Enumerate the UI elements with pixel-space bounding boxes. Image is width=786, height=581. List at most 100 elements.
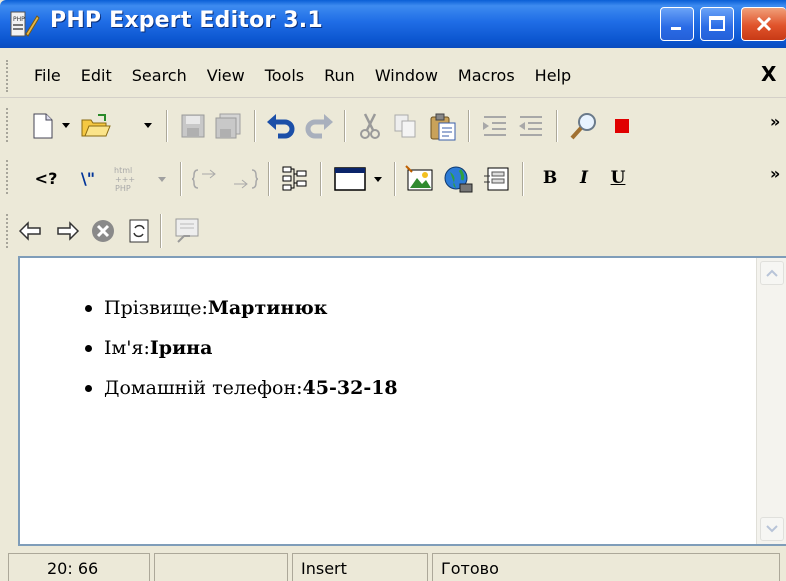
open-dropdown-icon[interactable] bbox=[142, 118, 154, 132]
block-uncomment-icon[interactable] bbox=[228, 164, 258, 194]
menu-grip[interactable] bbox=[6, 60, 10, 92]
open-folder-icon[interactable] bbox=[80, 112, 112, 140]
escape-quote-button[interactable]: \" bbox=[74, 166, 102, 190]
forward-arrow-icon[interactable] bbox=[52, 216, 82, 246]
bullet-icon bbox=[85, 305, 92, 312]
scroll-down-button[interactable] bbox=[760, 517, 784, 541]
toolbar-grip[interactable] bbox=[6, 108, 10, 142]
find-icon[interactable] bbox=[568, 110, 600, 142]
name-value: Ірина bbox=[149, 337, 213, 359]
window-template-icon[interactable] bbox=[332, 164, 368, 194]
unindent-icon[interactable] bbox=[516, 112, 546, 140]
insert-link-globe-icon[interactable] bbox=[442, 164, 474, 194]
toolbar-overflow-icon[interactable]: » bbox=[770, 164, 780, 183]
bold-button[interactable]: B bbox=[536, 166, 564, 190]
separator bbox=[468, 110, 470, 142]
title-bar: PHP PHP Expert Editor 3.1 bbox=[0, 0, 786, 48]
redo-icon[interactable] bbox=[304, 112, 334, 140]
window-dropdown-icon[interactable] bbox=[372, 172, 384, 186]
separator bbox=[180, 162, 182, 196]
scroll-up-button[interactable] bbox=[760, 261, 784, 285]
menu-file[interactable]: File bbox=[34, 66, 61, 85]
separator bbox=[268, 162, 270, 196]
html-php-dropdown-icon[interactable] bbox=[156, 172, 168, 186]
phone-label: Домашній телефон: bbox=[104, 377, 303, 399]
copy-icon[interactable] bbox=[392, 112, 420, 140]
phone-value: 45-32-18 bbox=[302, 377, 398, 399]
italic-button[interactable]: I bbox=[570, 166, 598, 190]
vertical-scrollbar[interactable] bbox=[756, 258, 786, 544]
indent-icon[interactable] bbox=[480, 112, 510, 140]
php-toolbar: <? \" html +++ PHP B I U » bbox=[0, 152, 786, 204]
php-tag-button[interactable]: <? bbox=[30, 166, 62, 190]
menu-bar: File Edit Search View Tools Run Window M… bbox=[0, 52, 786, 98]
insert-image-icon[interactable] bbox=[404, 164, 436, 194]
refresh-icon[interactable] bbox=[124, 216, 154, 246]
menu-items: File Edit Search View Tools Run Window M… bbox=[34, 66, 591, 85]
menu-macros[interactable]: Macros bbox=[458, 66, 515, 85]
block-comment-icon[interactable] bbox=[192, 164, 222, 194]
status-message: Готово bbox=[432, 553, 780, 581]
cut-icon[interactable] bbox=[356, 112, 384, 140]
menu-edit[interactable]: Edit bbox=[81, 66, 112, 85]
code-explorer-icon[interactable] bbox=[280, 164, 310, 194]
preview-icon[interactable] bbox=[172, 216, 202, 246]
toolbar-grip[interactable] bbox=[6, 160, 10, 194]
stop-icon[interactable] bbox=[608, 112, 636, 140]
menu-close-button[interactable]: X bbox=[761, 62, 776, 86]
menu-run[interactable]: Run bbox=[324, 66, 355, 85]
svg-text:+++: +++ bbox=[115, 175, 135, 184]
back-arrow-icon[interactable] bbox=[16, 216, 46, 246]
list-item: Ім'я:Ірина bbox=[85, 328, 398, 368]
toolbar-grip[interactable] bbox=[6, 214, 10, 248]
status-empty-panel bbox=[154, 553, 288, 581]
save-icon[interactable] bbox=[180, 112, 206, 140]
separator bbox=[320, 162, 322, 196]
details-list: Прізвище:Мартинюк Ім'я:Ірина Домашній те… bbox=[85, 288, 398, 408]
cursor-position: 20: 66 bbox=[8, 553, 150, 581]
insert-mode: Insert bbox=[292, 553, 428, 581]
menu-window[interactable]: Window bbox=[375, 66, 438, 85]
separator bbox=[254, 110, 256, 142]
paste-icon[interactable] bbox=[428, 112, 458, 142]
bullet-icon bbox=[85, 385, 92, 392]
close-button[interactable] bbox=[741, 7, 786, 41]
surname-label: Прізвище: bbox=[104, 297, 208, 319]
maximize-button[interactable] bbox=[700, 7, 734, 41]
underline-button[interactable]: U bbox=[604, 166, 632, 190]
list-item: Прізвище:Мартинюк bbox=[85, 288, 398, 328]
separator bbox=[166, 110, 168, 142]
navigation-toolbar bbox=[0, 208, 786, 256]
stop-browser-icon[interactable] bbox=[88, 216, 118, 246]
standard-toolbar: » bbox=[0, 100, 786, 150]
name-label: Ім'я: bbox=[104, 337, 150, 359]
window-title: PHP Expert Editor 3.1 bbox=[50, 8, 323, 33]
toolbar-overflow-icon[interactable]: » bbox=[770, 112, 780, 131]
html-to-php-icon[interactable]: html +++ PHP bbox=[110, 164, 150, 194]
minimize-button[interactable] bbox=[660, 7, 694, 41]
menu-tools[interactable]: Tools bbox=[265, 66, 304, 85]
menu-search[interactable]: Search bbox=[132, 66, 187, 85]
editor-pane[interactable]: Прізвище:Мартинюк Ім'я:Ірина Домашній те… bbox=[18, 256, 786, 546]
php-app-icon[interactable]: PHP bbox=[10, 10, 40, 38]
insert-form-icon[interactable] bbox=[482, 164, 514, 194]
menu-view[interactable]: View bbox=[207, 66, 245, 85]
undo-icon[interactable] bbox=[266, 112, 296, 140]
svg-text:html: html bbox=[114, 166, 132, 175]
svg-text:PHP: PHP bbox=[13, 16, 25, 23]
html-preview-content: Прізвище:Мартинюк Ім'я:Ірина Домашній те… bbox=[85, 288, 398, 408]
status-bar: 20: 66 Insert Готово bbox=[0, 548, 786, 581]
separator bbox=[160, 214, 162, 248]
save-all-icon[interactable] bbox=[214, 112, 244, 140]
list-item: Домашній телефон:45-32-18 bbox=[85, 368, 398, 408]
menu-help[interactable]: Help bbox=[535, 66, 571, 85]
surname-value: Мартинюк bbox=[207, 297, 328, 319]
separator bbox=[522, 162, 524, 196]
bullet-icon bbox=[85, 345, 92, 352]
new-dropdown-icon[interactable] bbox=[60, 118, 72, 132]
new-file-icon[interactable] bbox=[30, 112, 56, 140]
svg-text:PHP: PHP bbox=[115, 184, 131, 193]
separator bbox=[394, 162, 396, 196]
separator bbox=[344, 110, 346, 142]
separator bbox=[556, 110, 558, 142]
